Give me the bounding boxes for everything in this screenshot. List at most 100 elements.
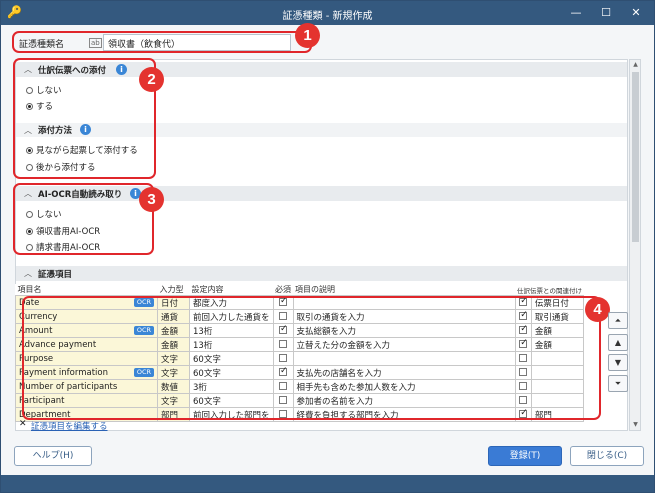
minimize-button[interactable]: —: [565, 3, 587, 23]
checkbox[interactable]: [279, 353, 288, 362]
link-checkbox-cell[interactable]: [514, 309, 532, 324]
table-row[interactable]: Advance payment 金額 13桁 立替えた分の金額を入力 金額: [15, 337, 585, 352]
cell-name[interactable]: Date OCR: [15, 295, 158, 310]
cell-desc[interactable]: [292, 295, 516, 310]
cell-link-label[interactable]: 部門: [530, 407, 585, 422]
voucher-name-input[interactable]: 領収書（飲食代）: [103, 34, 291, 51]
cell-link-label[interactable]: 金額: [530, 337, 585, 352]
cell-type[interactable]: 金額: [157, 337, 190, 352]
help-button[interactable]: ヘルプ(H): [14, 446, 92, 466]
scroll-up-arrow-icon[interactable]: ▲: [631, 61, 640, 68]
checkbox[interactable]: [279, 325, 288, 334]
cell-setting[interactable]: 60文字: [189, 351, 274, 366]
radio-aiocr-invoice[interactable]: 請求書用AI-OCR: [26, 241, 100, 253]
cell-link-label[interactable]: 取引通貨: [530, 309, 585, 324]
cell-desc[interactable]: 相手先も含めた参加人数を入力: [292, 379, 516, 394]
cell-setting[interactable]: 60文字: [189, 393, 274, 408]
scroll-down-arrow-icon[interactable]: ▼: [631, 421, 640, 428]
cell-link-label[interactable]: 伝票日付: [530, 295, 585, 310]
section-header-attach-method[interactable]: ︿ 添付方法 i: [16, 123, 627, 137]
cell-name[interactable]: Currency: [15, 309, 158, 324]
edit-items-link[interactable]: 証憑項目を編集する: [31, 420, 108, 432]
cell-type[interactable]: 金額: [157, 323, 190, 338]
link-checkbox-cell[interactable]: [514, 337, 532, 352]
cell-desc[interactable]: 経費を負担する部門を入力: [292, 407, 516, 422]
cell-type[interactable]: 部門: [157, 407, 190, 422]
link-checkbox-cell[interactable]: [514, 351, 532, 366]
vertical-scrollbar[interactable]: ▲ ▼: [629, 59, 641, 431]
link-checkbox-cell[interactable]: [514, 407, 532, 422]
cell-desc[interactable]: 支払先の店舗名を入力: [292, 365, 516, 380]
link-checkbox-cell[interactable]: [514, 393, 532, 408]
cell-setting[interactable]: 前回入力した部門を: [189, 407, 274, 422]
checkbox[interactable]: [279, 395, 288, 404]
move-up-button[interactable]: ▲: [608, 334, 628, 351]
cell-link-label[interactable]: [530, 365, 585, 380]
cell-type[interactable]: 文字: [157, 365, 190, 380]
required-checkbox-cell[interactable]: [272, 379, 294, 394]
radio-aiocr-none[interactable]: しない: [26, 208, 62, 220]
info-icon[interactable]: i: [116, 64, 127, 75]
cell-type[interactable]: 文字: [157, 393, 190, 408]
cell-setting[interactable]: 都度入力: [189, 295, 274, 310]
cell-link-label[interactable]: [530, 393, 585, 408]
cell-type[interactable]: 日付: [157, 295, 190, 310]
cell-setting[interactable]: 60文字: [189, 365, 274, 380]
checkbox[interactable]: [519, 339, 528, 348]
table-row[interactable]: Purpose 文字 60文字: [15, 351, 585, 366]
move-top-button[interactable]: ⏶: [608, 312, 628, 329]
checkbox[interactable]: [279, 339, 288, 348]
checkbox[interactable]: [279, 409, 288, 418]
move-bottom-button[interactable]: ⏷: [608, 375, 628, 392]
cell-setting[interactable]: 前回入力した通貨を: [189, 309, 274, 324]
required-checkbox-cell[interactable]: [272, 365, 294, 380]
required-checkbox-cell[interactable]: [272, 295, 294, 310]
close-button[interactable]: 閉じる(C): [570, 446, 644, 466]
checkbox[interactable]: [519, 409, 528, 418]
radio-attach-no[interactable]: しない: [26, 84, 62, 96]
radio-attach-later[interactable]: 後から添付する: [26, 161, 96, 173]
table-row[interactable]: Payment information OCR 文字 60文字 支払先の店舗名を入力: [15, 365, 585, 380]
required-checkbox-cell[interactable]: [272, 407, 294, 422]
checkbox[interactable]: [519, 325, 528, 334]
required-checkbox-cell[interactable]: [272, 337, 294, 352]
scrollbar-thumb[interactable]: [632, 72, 639, 242]
required-checkbox-cell[interactable]: [272, 393, 294, 408]
checkbox[interactable]: [519, 367, 528, 376]
cell-setting[interactable]: 3桁: [189, 379, 274, 394]
move-down-button[interactable]: ▼: [608, 354, 628, 371]
section-header-items[interactable]: ︿ 証憑項目: [16, 266, 627, 281]
cell-link-label[interactable]: [530, 351, 585, 366]
radio-attach-yes[interactable]: する: [26, 100, 53, 112]
cell-name[interactable]: Amount OCR: [15, 323, 158, 338]
link-checkbox-cell[interactable]: [514, 379, 532, 394]
table-row[interactable]: Number of participants 数値 3桁 相手先も含めた参加人数を入力: [15, 379, 585, 394]
table-row[interactable]: Amount OCR 金額 13桁 支払総額を入力 金額: [15, 323, 585, 338]
cell-desc[interactable]: 取引の通貨を入力: [292, 309, 516, 324]
table-row[interactable]: Date OCR 日付 都度入力 伝票日付: [15, 295, 585, 310]
required-checkbox-cell[interactable]: [272, 351, 294, 366]
cell-name[interactable]: Purpose: [15, 351, 158, 366]
maximize-button[interactable]: ☐: [595, 3, 617, 23]
cell-name[interactable]: Number of participants: [15, 379, 158, 394]
cell-desc[interactable]: 立替えた分の金額を入力: [292, 337, 516, 352]
checkbox[interactable]: [279, 381, 288, 390]
cell-desc[interactable]: [292, 351, 516, 366]
register-button[interactable]: 登録(T): [488, 446, 562, 466]
checkbox[interactable]: [279, 367, 288, 376]
table-row[interactable]: Currency 通貨 前回入力した通貨を 取引の通貨を入力 取引通貨: [15, 309, 585, 324]
checkbox[interactable]: [279, 311, 288, 320]
required-checkbox-cell[interactable]: [272, 323, 294, 338]
link-checkbox-cell[interactable]: [514, 323, 532, 338]
cell-desc[interactable]: 支払総額を入力: [292, 323, 516, 338]
cell-type[interactable]: 通貨: [157, 309, 190, 324]
cell-link-label[interactable]: 金額: [530, 323, 585, 338]
table-row[interactable]: Participant 文字 60文字 参加者の名前を入力: [15, 393, 585, 408]
cell-link-label[interactable]: [530, 379, 585, 394]
checkbox[interactable]: [519, 353, 528, 362]
cell-setting[interactable]: 13桁: [189, 337, 274, 352]
cell-setting[interactable]: 13桁: [189, 323, 274, 338]
section-header-attach[interactable]: ︿ 仕訳伝票への添付 i: [16, 62, 627, 77]
info-icon[interactable]: i: [80, 124, 91, 135]
section-header-aiocr[interactable]: ︿ AI-OCR自動読み取り i: [16, 186, 627, 201]
